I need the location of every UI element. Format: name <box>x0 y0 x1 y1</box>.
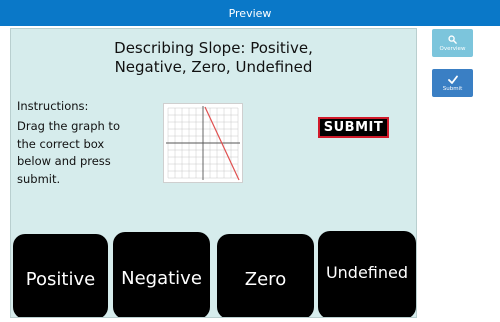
preview-header: Preview <box>0 0 500 26</box>
drop-box-negative[interactable]: Negative <box>113 232 210 317</box>
drop-box-label: Negative <box>121 268 202 289</box>
search-icon <box>448 34 457 44</box>
checkmark-icon <box>447 75 458 84</box>
drop-box-label: Zero <box>244 269 287 290</box>
slide-canvas: Describing Slope: Positive, Negative, Ze… <box>10 28 417 318</box>
drop-box-label: Undefined <box>325 262 409 282</box>
slide-title-line-1: Describing Slope: Positive, <box>114 39 313 57</box>
drop-box-zero[interactable]: Zero <box>217 234 314 317</box>
draggable-graph[interactable] <box>163 103 243 183</box>
submit-button[interactable]: SUBMIT <box>318 117 389 138</box>
drop-box-positive[interactable]: Positive <box>13 234 108 317</box>
drop-box-label: Positive <box>25 269 96 290</box>
instructions-text: Drag the graph to the correct box below … <box>17 119 120 186</box>
slide-title-line-2: Negative, Zero, Undefined <box>114 58 313 76</box>
overview-button[interactable]: Overview <box>432 29 473 57</box>
graph-image <box>166 106 240 181</box>
drop-box-undefined[interactable]: Undefined <box>318 231 416 317</box>
slide-title: Describing Slope: Positive, Negative, Ze… <box>11 39 416 77</box>
instructions-label: Instructions: <box>17 99 89 113</box>
preview-title: Preview <box>228 6 272 20</box>
sidebar-submit-button[interactable]: Submit <box>432 69 473 97</box>
sidebar-submit-label: Submit <box>442 85 463 92</box>
overview-label: Overview <box>439 45 466 52</box>
